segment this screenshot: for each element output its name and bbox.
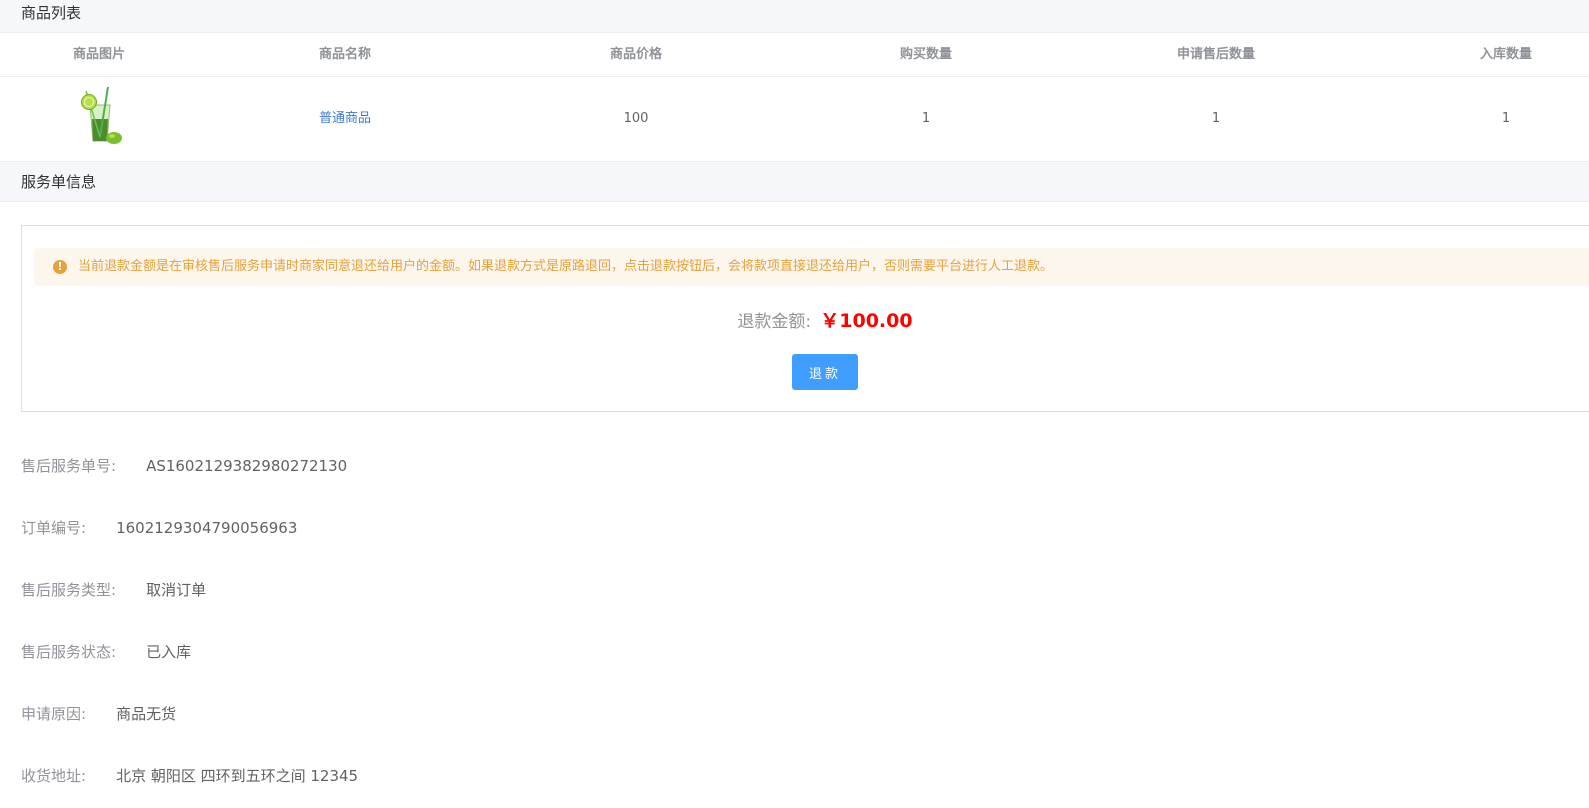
column-header-stock-qty: 入库数量 xyxy=(1479,47,1533,62)
detail-row-service-type: 售后服务类型: 取消订单 xyxy=(21,578,206,602)
refund-panel: ! 当前退款金额是在审核售后服务申请时商家同意退还给用户的金额。如果退款方式是原… xyxy=(21,225,1589,412)
column-header-price: 商品价格 xyxy=(609,47,663,62)
refund-amount-line: 退款金额: ￥100.00 xyxy=(22,306,1589,333)
detail-row-service-no: 售后服务单号: AS1602129382980272130 xyxy=(21,454,347,478)
detail-label: 售后服务单号: xyxy=(21,457,117,475)
detail-row-order-no: 订单编号: 1602129304790056963 xyxy=(21,516,297,540)
product-thumbnail-image[interactable] xyxy=(76,85,124,145)
table-row: 普通商品 100 1 1 1 xyxy=(0,77,1589,161)
refund-amount-label: 退款金额: xyxy=(737,312,812,332)
goods-table-header: 商品图片 商品名称 商品价格 购买数量 申请售后数量 入库数量 xyxy=(0,33,1589,77)
column-header-image: 商品图片 xyxy=(72,47,126,62)
stock-quantity: 1 xyxy=(1501,111,1511,126)
buy-quantity: 1 xyxy=(921,111,931,126)
apply-quantity: 1 xyxy=(1211,111,1221,126)
detail-row-address: 收货地址: 北京 朝阳区 四环到五环之间 12345 xyxy=(21,764,358,788)
detail-label: 售后服务状态: xyxy=(21,643,117,661)
detail-value: AS1602129382980272130 xyxy=(146,457,348,475)
detail-value: 已入库 xyxy=(146,643,192,661)
column-header-apply-qty: 申请售后数量 xyxy=(1176,47,1256,62)
goods-list-title: 商品列表 xyxy=(21,4,82,22)
detail-label: 申请原因: xyxy=(21,705,87,723)
product-price: 100 xyxy=(623,111,649,126)
detail-value: 北京 朝阳区 四环到五环之间 12345 xyxy=(116,767,359,785)
detail-label: 售后服务类型: xyxy=(21,581,117,599)
refund-alert-text: 当前退款金额是在审核售后服务申请时商家同意退还给用户的金额。如果退款方式是原路退… xyxy=(78,259,1054,274)
detail-label: 订单编号: xyxy=(21,519,87,537)
refund-amount-value: ￥100.00 xyxy=(820,310,913,332)
detail-label: 收货地址: xyxy=(21,767,87,785)
service-info-header: 服务单信息 xyxy=(0,161,1589,202)
detail-value: 1602129304790056963 xyxy=(116,519,298,537)
warning-icon: ! xyxy=(53,260,67,274)
detail-row-service-status: 售后服务状态: 已入库 xyxy=(21,640,191,664)
product-name-link[interactable]: 普通商品 xyxy=(319,77,371,161)
goods-list-header: 商品列表 xyxy=(0,0,1589,33)
column-header-buy-qty: 购买数量 xyxy=(899,47,953,62)
service-info-title: 服务单信息 xyxy=(21,173,97,191)
detail-value: 取消订单 xyxy=(146,581,207,599)
detail-row-reason: 申请原因: 商品无货 xyxy=(21,702,176,726)
column-header-name: 商品名称 xyxy=(318,47,372,62)
detail-value: 商品无货 xyxy=(116,705,177,723)
refund-alert: ! 当前退款金额是在审核售后服务申请时商家同意退还给用户的金额。如果退款方式是原… xyxy=(34,248,1589,286)
refund-button[interactable]: 退款 xyxy=(792,354,858,390)
